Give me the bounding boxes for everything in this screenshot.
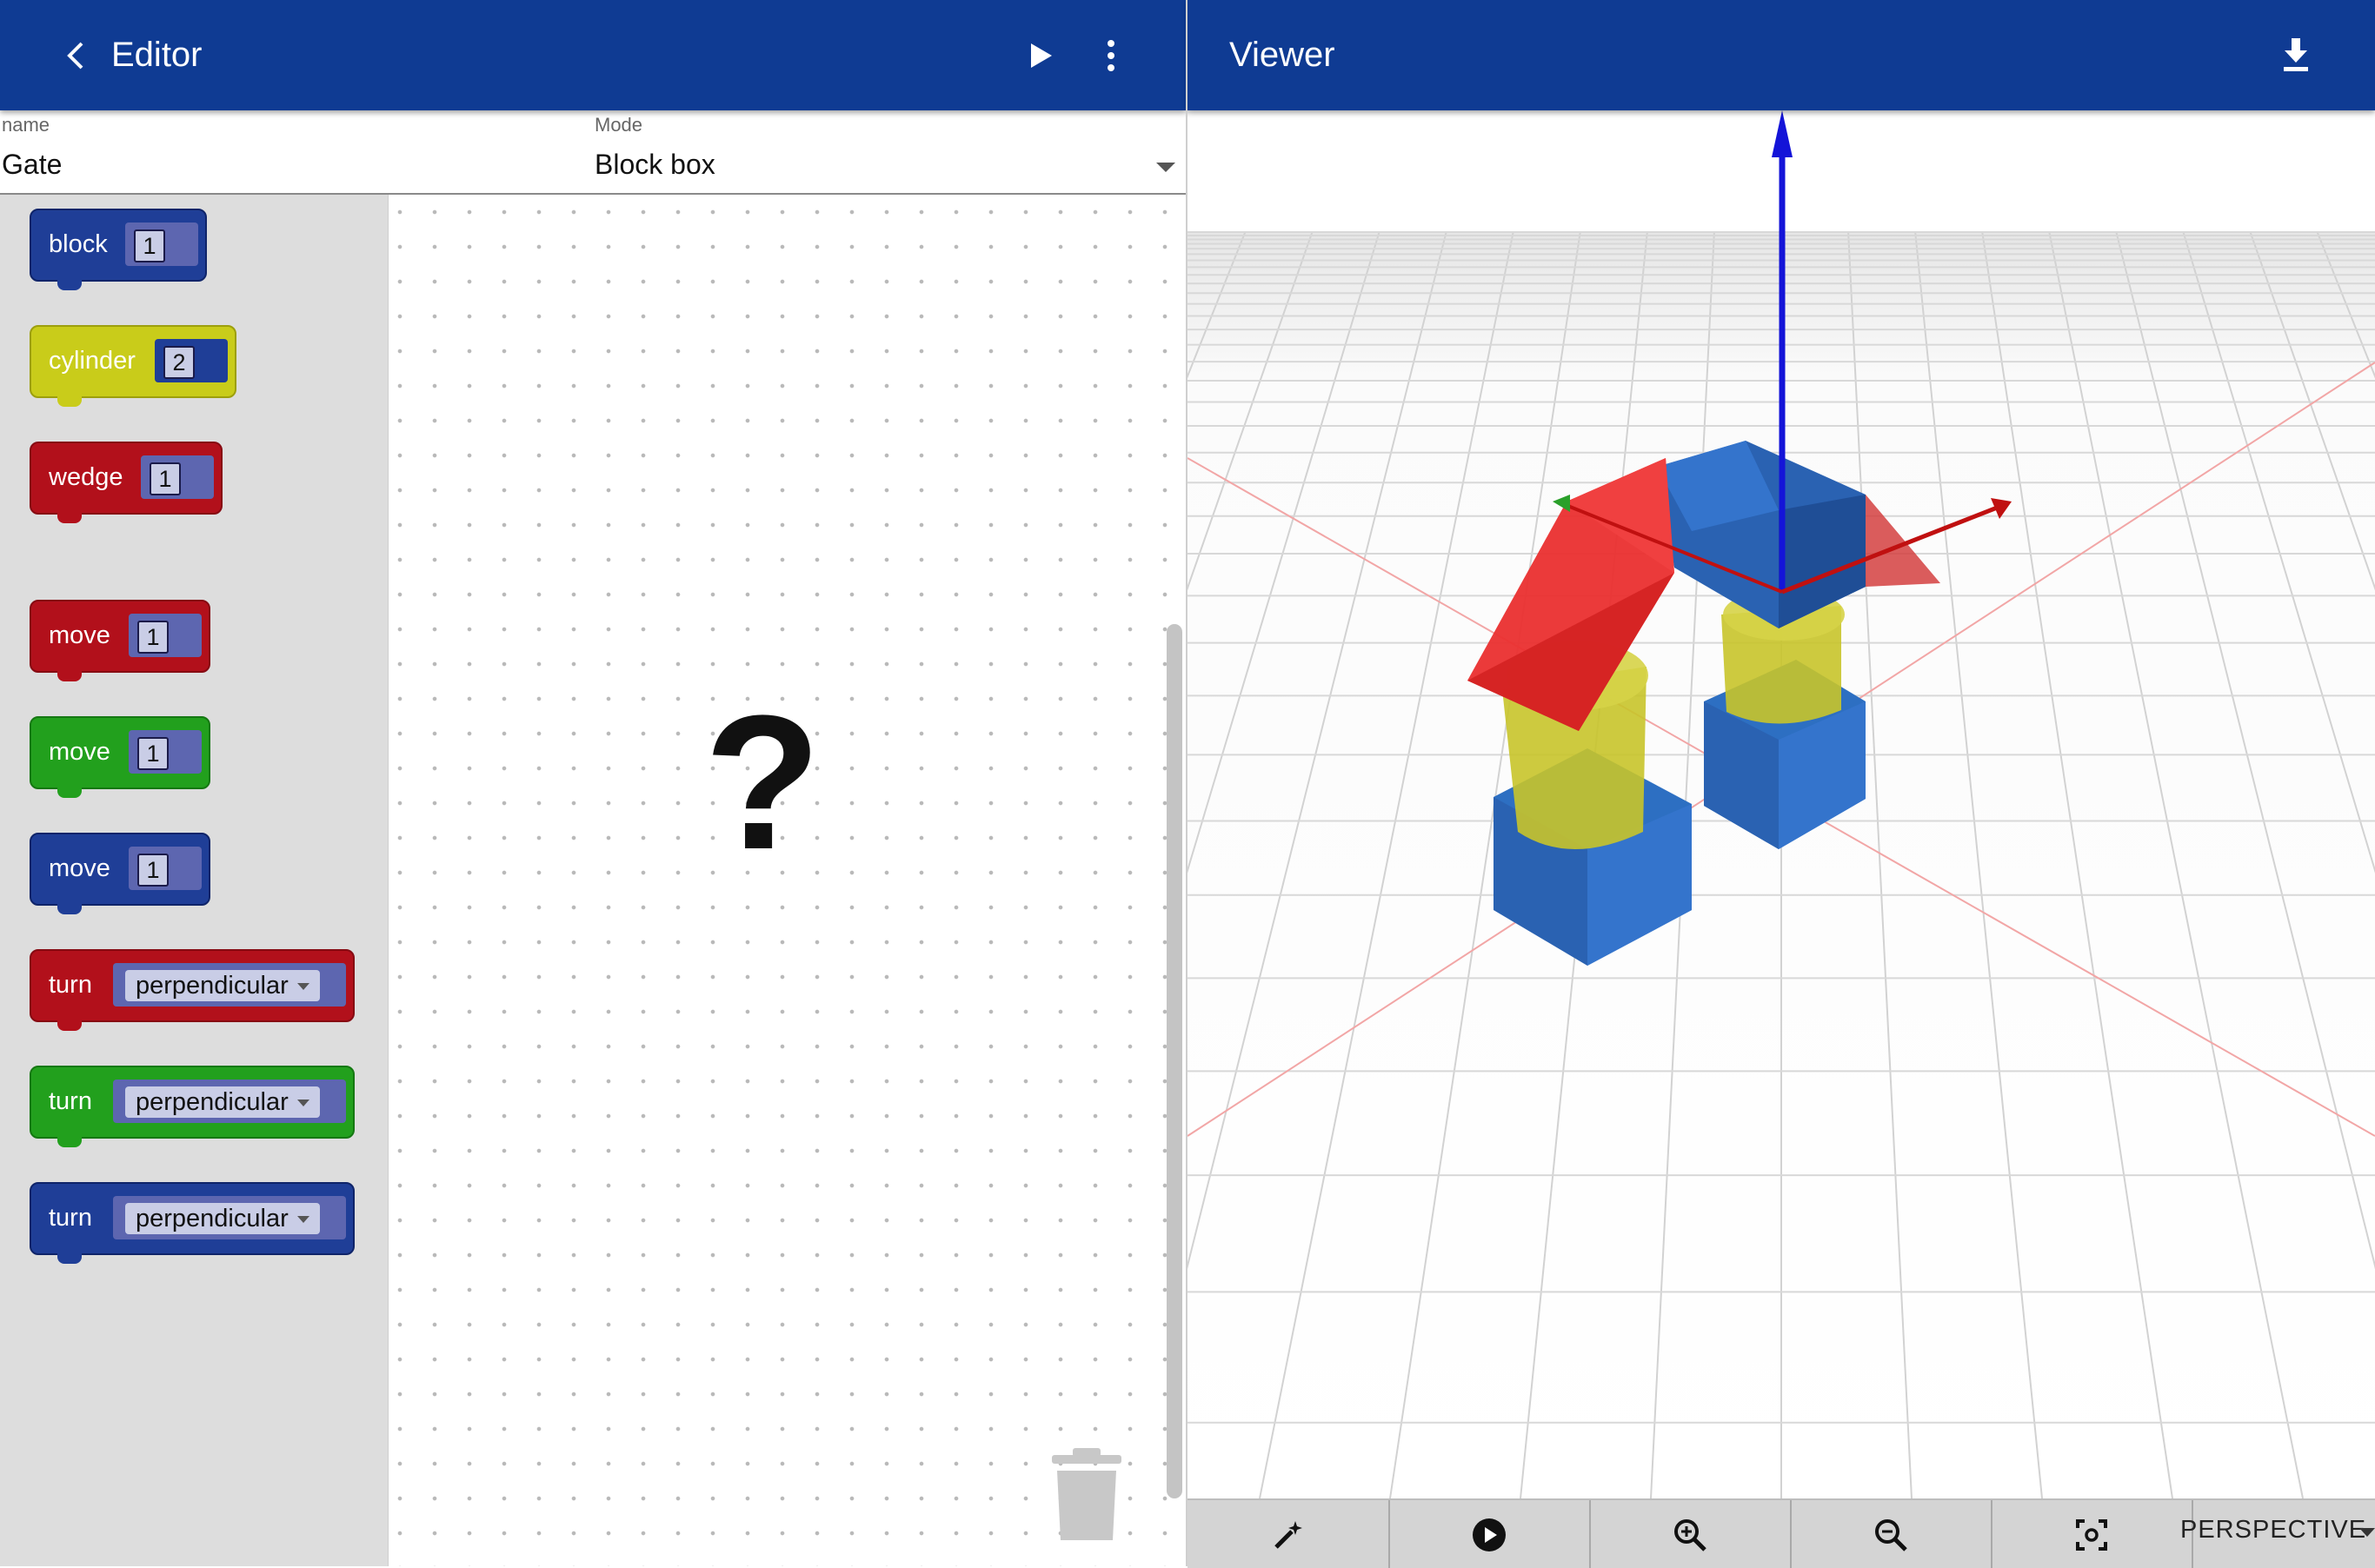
zoom-out-icon	[1875, 1519, 1907, 1551]
chevron-left-icon[interactable]	[61, 38, 92, 73]
editor-header: Editor	[0, 0, 1186, 110]
toolbox-block-turn-blue[interactable]: turn perpendicular	[30, 1182, 355, 1264]
block-label: turn	[49, 1204, 92, 1232]
viewer-header: Viewer	[1188, 0, 2375, 110]
trash-icon[interactable]	[1048, 1446, 1125, 1544]
focus-button[interactable]	[1991, 1500, 2193, 1568]
caret-down-icon[interactable]	[2359, 1528, 2375, 1537]
3d-scene[interactable]	[1188, 110, 2375, 1498]
block-label: block	[49, 230, 108, 258]
toolbox-block-cylinder[interactable]: cylinder 2	[30, 325, 236, 407]
direction-dropdown[interactable]: perpendicular	[125, 1203, 320, 1234]
zoom-out-button[interactable]	[1790, 1500, 1992, 1568]
play-button[interactable]	[1388, 1500, 1591, 1568]
project-form: name Gate Mode Block box	[0, 110, 1186, 195]
name-label: name	[2, 114, 50, 136]
more-vert-icon[interactable]	[1099, 38, 1123, 73]
zoom-in-icon	[1674, 1519, 1706, 1551]
block-count-input[interactable]: 1	[137, 737, 169, 770]
caret-down-icon	[296, 1216, 309, 1223]
magic-wand-button[interactable]	[1188, 1500, 1390, 1568]
workspace-placeholder: ?	[704, 675, 822, 889]
download-icon[interactable]	[2281, 37, 2311, 73]
toolbox-block-wedge[interactable]: wedge 1	[30, 442, 223, 523]
dropdown-value: perpendicular	[136, 1088, 289, 1116]
caret-down-icon	[296, 1100, 309, 1106]
caret-down-icon	[296, 983, 309, 990]
toolbox: block 1 cylinder 2 wedge 1 move 1 move 1…	[0, 195, 389, 1566]
toolbox-block-block[interactable]: block 1	[30, 209, 207, 290]
3d-viewer[interactable]	[1188, 110, 2375, 1498]
mode-label: Mode	[595, 114, 643, 136]
block-label: move	[49, 621, 110, 649]
dropdown-value: perpendicular	[136, 1205, 289, 1232]
play-circle-icon	[1473, 1518, 1506, 1551]
block-label: turn	[49, 1087, 92, 1115]
direction-dropdown[interactable]: perpendicular	[125, 970, 320, 1001]
block-count-input[interactable]: 1	[137, 621, 169, 654]
panel-divider[interactable]	[1186, 0, 1188, 1566]
block-label: cylinder	[49, 347, 136, 375]
toolbox-block-move-blue[interactable]: move 1	[30, 833, 210, 914]
block-count-input[interactable]: 1	[137, 854, 169, 887]
viewer-title: Viewer	[1229, 36, 1335, 74]
toolbox-block-turn-green[interactable]: turn perpendicular	[30, 1066, 355, 1147]
zoom-in-button[interactable]	[1589, 1500, 1792, 1568]
block-label: wedge	[49, 463, 123, 491]
block-count-input[interactable]: 2	[163, 346, 195, 379]
toolbox-block-move-red[interactable]: move 1	[30, 600, 210, 681]
toolbox-block-move-green[interactable]: move 1	[30, 716, 210, 798]
magic-wand-icon	[1274, 1521, 1302, 1549]
camera-mode-select[interactable]: PERSPECTIVE	[2180, 1516, 2366, 1545]
block-label: move	[49, 738, 110, 766]
caret-down-icon[interactable]	[1156, 163, 1175, 172]
toolbox-block-turn-red[interactable]: turn perpendicular	[30, 949, 355, 1031]
focus-icon	[2076, 1519, 2107, 1551]
workspace-scrollbar[interactable]	[1167, 624, 1182, 1498]
block-count-input[interactable]: 1	[150, 462, 181, 495]
block-label: turn	[49, 971, 92, 999]
block-count-input[interactable]: 1	[134, 229, 165, 262]
block-label: move	[49, 854, 110, 882]
editor-title: Editor	[111, 36, 203, 74]
dropdown-value: perpendicular	[136, 972, 289, 1000]
mode-select[interactable]: Block box	[595, 149, 715, 181]
play-icon[interactable]	[1026, 40, 1057, 71]
name-field[interactable]: Gate	[2, 149, 62, 181]
direction-dropdown[interactable]: perpendicular	[125, 1086, 320, 1118]
